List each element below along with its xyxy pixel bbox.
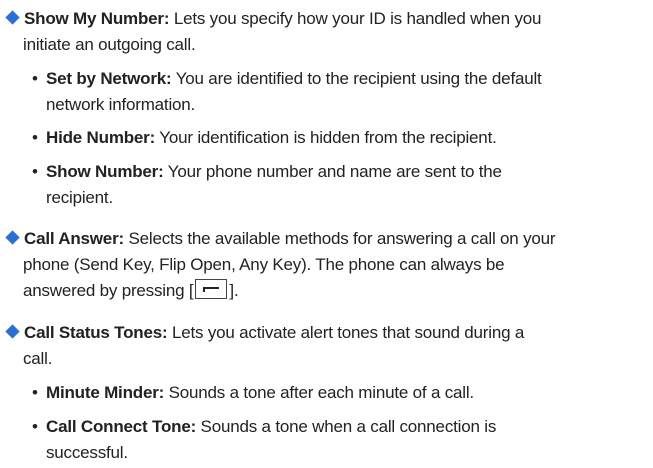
subitem-show-number: • Show Number: Your phone number and name… [32, 159, 636, 185]
section-text: Selects the available methods for answer… [123, 229, 556, 248]
subitem-text-continued: network information. [46, 95, 196, 114]
section-call-answer: Call Answer: Selects the available metho… [4, 226, 634, 252]
subitem-minute-minder: • Minute Minder: Sounds a tone after each… [32, 380, 636, 406]
section-text-continued: phone (Send Key, Flip Open, Any Key). Th… [23, 255, 505, 274]
manual-page: Show My Number: Lets you specify how you… [0, 0, 653, 468]
subitem-text: Sounds a tone after each minute of a cal… [164, 383, 475, 402]
subitem-text-continued: successful. [46, 443, 128, 462]
subitem-title: Show Number: [46, 162, 164, 181]
subitem-set-by-network: • Set by Network: You are identified to t… [32, 66, 636, 92]
subitem-title: Set by Network: [46, 69, 172, 88]
subitem-text: Sounds a tone when a call connection is [196, 417, 497, 436]
diamond-icon [5, 230, 20, 245]
closing-bracket: ]. [229, 281, 239, 300]
section-text-continued: call. [23, 349, 53, 368]
subitem-text: Your identification is hidden from the r… [155, 128, 497, 147]
subitem-text: You are identified to the recipient usin… [171, 69, 542, 88]
subitem-title: Hide Number: [46, 128, 156, 147]
section-show-my-number: Show My Number: Lets you specify how you… [4, 6, 634, 32]
section-text: Lets you activate alert tones that sound… [167, 323, 525, 342]
send-key-icon [195, 279, 228, 299]
section-text: Lets you specify how your ID is handled … [169, 9, 542, 28]
section-title: Call Answer: [24, 229, 124, 248]
subitem-text: Your phone number and name are sent to t… [163, 162, 502, 181]
section-text-continued: initiate an outgoing call. [23, 35, 196, 54]
section-call-status-tones: Call Status Tones: Lets you activate ale… [4, 320, 634, 346]
diamond-icon [5, 10, 20, 25]
diamond-icon [5, 324, 20, 339]
subitem-hide-number: • Hide Number: Your identification is hid… [32, 125, 636, 151]
bullet-dot: • [32, 162, 38, 181]
bullet-dot: • [32, 383, 38, 402]
section-title: Call Status Tones: [24, 323, 168, 342]
bullet-dot: • [32, 128, 38, 147]
answered-text: answered by pressing [ [23, 281, 194, 300]
subitem-title: Minute Minder: [46, 383, 165, 402]
bullet-dot: • [32, 417, 38, 436]
subitem-call-connect-tone: • Call Connect Tone: Sounds a tone when a… [32, 414, 636, 440]
section-title: Show My Number: [24, 9, 170, 28]
section-text-continued-key: answered by pressing []. [4, 278, 653, 304]
subitem-text-continued: recipient. [46, 188, 113, 207]
subitem-title: Call Connect Tone: [46, 417, 197, 436]
bullet-dot: • [32, 69, 38, 88]
